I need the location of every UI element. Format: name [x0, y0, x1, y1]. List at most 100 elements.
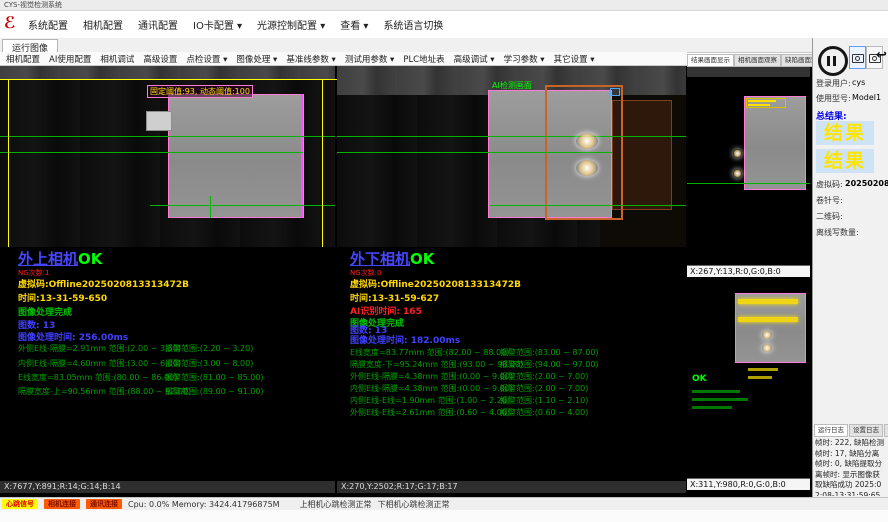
model-value: Model1 [852, 93, 881, 102]
result-badge-1: 结果 [816, 121, 874, 145]
left-camera-top-band [0, 66, 335, 79]
toolbar-item-image-processing[interactable]: 图像处理 ▾ [236, 53, 277, 65]
left-cell-region [168, 94, 304, 218]
log-tab-strip: 运行日志 设置日志 解锁日志 [814, 424, 888, 437]
mid-camera-name: 外下相机 [350, 250, 410, 268]
mid-virtual-code: 虚拟码:Offline2025020813313472B [350, 277, 521, 290]
left-ok-status: OK [78, 250, 102, 268]
left-alarm-1: 报警范围:(2.20 ~ 3.20) [165, 343, 253, 354]
app-window: CYS-视觉检测系统 ℰ 系统配置 相机配置 通讯配置 IO卡配置 ▾ 光源控制… [0, 0, 888, 522]
menu-item-language-switch[interactable]: 系统语言切换 [383, 17, 443, 32]
winding-pin-label: 卷针号: [816, 195, 843, 206]
mid-measurement-3: 外侧E线-隔膜=4.38mm 范围:(0.00 ~ 9.00) [350, 371, 513, 382]
left-measurement-2: 内侧E线-隔膜=4.60mm 范围:(3.00 ~ 6.00) [18, 358, 181, 369]
camera-connection-badge: 相机连接 [44, 499, 80, 509]
toolbar-item-ai-config[interactable]: AI使用配置 [49, 53, 91, 65]
virtual-code-value: 20250208 [845, 179, 888, 188]
menu-item-light-config[interactable]: 光源控制配置 ▾ [257, 17, 325, 32]
left-green-line-2 [0, 152, 303, 153]
toolbar-item-advanced-settings[interactable]: 高级设置 [143, 53, 177, 65]
lower-camera-heartbeat-status: 下相机心跳检测正常 [378, 499, 450, 510]
comm-connection-badge: 通讯连接 [86, 499, 122, 509]
log-text: 帧时: 222, 缺陷检测帧时: 17, 缺陷分离帧时: 0, 缺陷提取分离帧时… [815, 438, 885, 496]
offline-write-count-label: 离线写数量: [816, 227, 859, 238]
qr-code-label: 二维码: [816, 211, 843, 222]
camera-view-toggle-button[interactable] [849, 46, 866, 69]
left-threshold-overlay: 固定阈值:93, 动态阈值:100 [147, 85, 253, 98]
thumb1-cell-region [744, 96, 806, 190]
menu-item-camera-config[interactable]: 相机配置 [83, 17, 123, 32]
menu-item-view[interactable]: 查看 ▾ [340, 17, 368, 32]
mid-green-line-1 [337, 136, 686, 137]
mid-alarm-5: 报警范围:(1.10 ~ 2.10) [500, 395, 588, 406]
pause-icon [827, 56, 830, 66]
thumb2-green-bar-2 [692, 398, 748, 401]
logout-back-button[interactable]: ↩ [876, 48, 887, 63]
toolbar-item-spot-check[interactable]: 点检设置 ▾ [186, 53, 227, 65]
preview-tab-camera[interactable]: 相机画面观察 [734, 54, 781, 67]
mid-green-line-3 [490, 205, 686, 206]
thumb2-flare-2 [762, 344, 772, 352]
pause-button[interactable] [818, 46, 848, 76]
title-bar: CYS-视觉检测系统 [0, 0, 888, 11]
preview-tab-result[interactable]: 结果画面显示 [687, 54, 734, 67]
toolbar-item-camera-config[interactable]: 相机配置 [6, 53, 40, 65]
thumb2-pixel-readout: X:311,Y:980,R:0,G:0,B:0 [687, 478, 810, 490]
toolbar-item-other-settings[interactable]: 其它设置 ▾ [554, 53, 595, 65]
thumb2-green-bar-1 [692, 390, 740, 393]
mid-alarm-2: 报警范围:(94.00 ~ 97.00) [500, 359, 599, 370]
left-pixel-readout: X:7677,Y:891;R:14;G:14;B:14 [0, 481, 335, 493]
menu-item-comm-config[interactable]: 通讯配置 [138, 17, 178, 32]
menu-item-system-config[interactable]: 系统配置 [28, 17, 68, 32]
mid-measurement-5: 内侧E线-E线=1.90mm 范围:(1.00 ~ 2.20) [350, 395, 510, 406]
result-badge-2: 结果 [816, 149, 874, 173]
bottom-spacer [0, 510, 888, 522]
thumb1-top-band [687, 67, 810, 77]
mid-flare-1 [576, 133, 598, 149]
thumb2-yellow-bar-1 [748, 368, 778, 371]
thumb1-pixel-readout: X:267,Y:13,R:0,G:0,B:0 [687, 265, 810, 277]
log-tab-unlock[interactable]: 解锁日志 [884, 424, 888, 437]
menu-bar: ℰ 系统配置 相机配置 通讯配置 IO卡配置 ▾ 光源控制配置 ▾ 查看 ▾ 系… [0, 11, 888, 38]
thumb2-yellow-strip-2 [738, 317, 798, 322]
left-alarm-3: 报警范围:(81.00 ~ 85.00) [165, 372, 264, 383]
mid-flare-2 [576, 160, 598, 176]
toolbar-item-camera-debug[interactable]: 相机调试 [100, 53, 134, 65]
thumb2-green-bar-3 [692, 406, 732, 409]
left-green-vline [210, 196, 211, 218]
thumb1-yellow-bar-1 [748, 100, 776, 102]
thumb2-flare-1 [762, 331, 772, 339]
mid-time: 时间:13-31-59-627 [350, 291, 439, 304]
login-user-label: 登录用户: [816, 78, 851, 89]
virtual-code-label: 虚拟码: [816, 179, 843, 190]
left-proc-time: 图像处理时间: 256.00ms [18, 330, 128, 343]
app-logo-icon: ℰ [4, 13, 16, 32]
mid-measurement-1: E线宽度=83.77mm 范围:(82.00 ~ 88.00) [350, 347, 509, 358]
toolbar-item-learning-params[interactable]: 学习参数 ▾ [504, 53, 545, 65]
toolbar-item-test-params[interactable]: 测试用参数 ▾ [345, 53, 394, 65]
left-measurement-3: E线宽度=83.05mm 范围:(80.00 ~ 86.00) [18, 372, 177, 383]
mid-pixel-readout: X:270,Y:2502;R:17;G:17;B:17 [337, 481, 686, 493]
left-green-line-1 [0, 136, 335, 137]
toolbar-item-plc-table[interactable]: PLC地址表 [403, 53, 444, 65]
log-tab-run[interactable]: 运行日志 [814, 424, 848, 437]
left-green-line-3 [150, 205, 335, 206]
mid-alarm-6: 报警范围:(0.60 ~ 4.00) [500, 407, 588, 418]
mid-ai-overlay-label: AI检测画面 [492, 80, 532, 91]
log-tab-settings[interactable]: 设置日志 [849, 424, 883, 437]
left-cell-magenta-edge [301, 94, 303, 218]
preview-tab-strip: 结果画面显示 相机画面观察 缺陷画面观察 [687, 54, 810, 67]
left-result-title: 外上相机OK [18, 248, 102, 269]
mid-result-title: 外下相机OK [350, 248, 434, 269]
thumb1-flare-2 [733, 169, 742, 178]
menu-item-io-config[interactable]: IO卡配置 ▾ [193, 17, 242, 32]
window-title: CYS-视觉检测系统 [4, 1, 62, 9]
mid-green-line-2 [337, 152, 612, 153]
thumb2-yellow-strip-1 [738, 299, 798, 304]
thumb2-yellow-bar-2 [748, 376, 772, 379]
mid-alarm-3: 报警范围:(2.00 ~ 7.00) [500, 371, 588, 382]
login-user-value: cys [852, 78, 865, 87]
toolbar-item-advanced-debug[interactable]: 高级调试 ▾ [454, 53, 495, 65]
mid-measurement-4: 内侧E线-隔膜=4.38mm 范围:(0.00 ~ 9.00) [350, 383, 513, 394]
toolbar-item-baseline-params[interactable]: 基准线参数 ▾ [286, 53, 335, 65]
